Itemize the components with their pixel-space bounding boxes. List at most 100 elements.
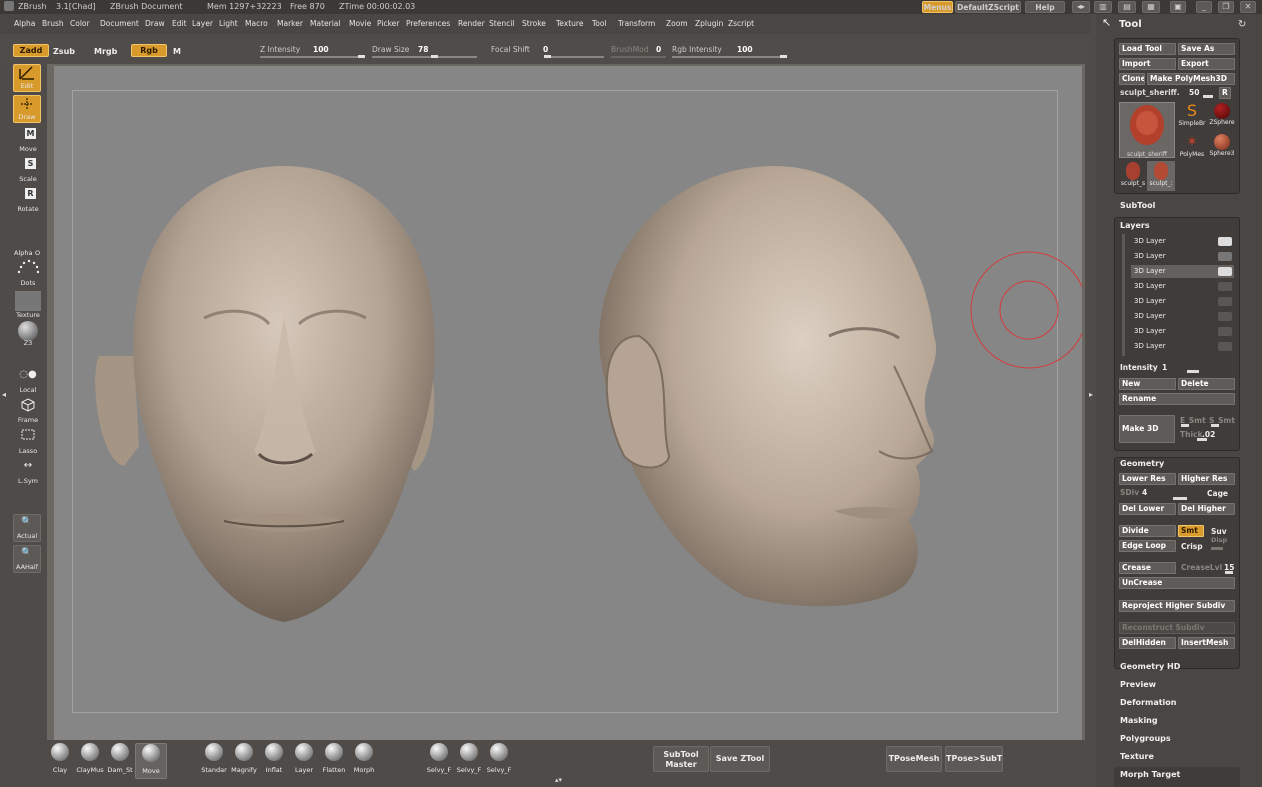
bottom-tray-arrow-icon[interactable]: ▴▾ [555,776,573,784]
menu-edit[interactable]: Edit [172,19,187,28]
brush-standard[interactable]: Standar [198,743,230,779]
morph-target-section[interactable]: Morph Target [1120,770,1180,779]
geometry-hd-section[interactable]: Geometry HD [1120,662,1180,671]
actual-button[interactable]: 🔍 Actual [13,514,41,542]
menu-color[interactable]: Color [70,19,90,28]
menu-zoom[interactable]: Zoom [666,19,688,28]
preview-section[interactable]: Preview [1120,680,1156,689]
menu-brush[interactable]: Brush [42,19,64,28]
menu-stroke[interactable]: Stroke [522,19,546,28]
menu-picker[interactable]: Picker [377,19,399,28]
move-tool[interactable]: M Move [13,126,43,154]
layer-row[interactable]: 3D Layer [1131,325,1234,338]
new-layer-button[interactable]: New [1119,378,1176,390]
brush-magnify[interactable]: Magnify [228,743,260,779]
masking-section[interactable]: Masking [1120,716,1158,725]
save-ztool-button[interactable]: Save ZTool [710,746,770,772]
right-tray-arrow-icon[interactable]: ▸ [1089,390,1095,404]
brush-selvy-2[interactable]: Selvy_F [453,743,485,779]
draw-tool[interactable]: Draw [13,95,41,123]
rgb-intensity-knob[interactable] [780,55,787,58]
menu-tool[interactable]: Tool [592,19,607,28]
layer-row[interactable]: 3D Layer [1131,295,1234,308]
layer-row-selected[interactable]: 3D Layer [1131,265,1234,278]
edit-tool[interactable]: Edit [13,64,41,92]
delhidden-button[interactable]: DelHidden [1119,637,1176,649]
layer-row[interactable]: 3D Layer [1131,340,1234,353]
clone-button[interactable]: Clone [1119,73,1145,85]
default-zscript-button[interactable]: DefaultZScript [955,1,1021,13]
menu-movie[interactable]: Movie [349,19,371,28]
frame-tool[interactable]: Frame [13,397,43,425]
z-intensity-knob[interactable] [358,55,365,58]
brush-inflat[interactable]: Inflat [258,743,290,779]
cage-button[interactable]: Cage [1207,489,1228,498]
minimize-icon[interactable]: _ [1196,1,1212,13]
smt-toggle[interactable]: Smt [1178,525,1204,537]
lower-res-button[interactable]: Lower Res [1119,473,1176,485]
mrgb-button[interactable]: Mrgb [94,47,117,56]
menu-light[interactable]: Light [219,19,238,28]
eye-icon[interactable] [1218,237,1232,246]
texture-tool[interactable]: Texture [13,290,43,320]
menu-material[interactable]: Material [310,19,340,28]
reproject-higher-subdiv-button[interactable]: Reproject Higher Subdiv [1119,600,1235,612]
del-higher-button[interactable]: Del Higher [1178,503,1235,515]
layer-row[interactable]: 3D Layer [1131,250,1234,263]
eye-icon[interactable] [1218,282,1232,291]
zsub-button[interactable]: Zsub [53,47,75,56]
tool-count-slider[interactable] [1203,95,1213,98]
brush-flatten[interactable]: Flatten [318,743,350,779]
menu-draw[interactable]: Draw [145,19,165,28]
save-as-button[interactable]: Save As [1178,43,1235,55]
tposemesh-button[interactable]: TPoseMesh [886,746,942,772]
esmt-slider-knob[interactable] [1181,424,1189,427]
creaselvl-slider-knob[interactable] [1225,571,1233,574]
disp-slider-knob[interactable] [1211,547,1223,550]
delete-layer-button[interactable]: Delete [1178,378,1235,390]
rename-layer-button[interactable]: Rename [1119,393,1235,405]
close-icon[interactable]: ✕ [1240,1,1256,13]
brush-clay[interactable]: Clay [44,743,76,779]
active-tool-thumbnail[interactable]: sculpt_sheriff [1119,102,1175,158]
restore-icon[interactable]: ❐ [1218,1,1234,13]
menu-layer[interactable]: Layer [192,19,213,28]
edge-loop-button[interactable]: Edge Loop [1119,540,1176,552]
thick-slider-knob[interactable] [1197,438,1207,441]
layout2-icon[interactable]: ▦ [1142,1,1160,13]
layer-row[interactable]: 3D Layer [1131,280,1234,293]
subtool-master-button[interactable]: SubTool Master [653,746,709,772]
lasso-tool[interactable]: Lasso [13,428,43,456]
draw-size-knob[interactable] [430,55,438,58]
save-layout-icon[interactable]: ▣ [1170,1,1186,13]
brush-damst[interactable]: Dam_St [104,743,136,779]
sculpt-viewport[interactable] [54,66,1082,740]
aahalf-button[interactable]: 🔍 AAHalf [13,545,41,573]
local-tool[interactable]: ◌● Local [13,367,43,395]
del-lower-button[interactable]: Del Lower [1119,503,1176,515]
polygroups-section[interactable]: Polygroups [1120,734,1171,743]
menu-zplugin[interactable]: Zplugin [695,19,723,28]
eye-icon[interactable] [1218,267,1232,276]
r-button[interactable]: R [1219,87,1231,99]
layer-row[interactable]: 3D Layer [1131,310,1234,323]
help-button[interactable]: Help [1025,1,1065,13]
material-tool[interactable]: Z3 [13,320,43,348]
document-canvas[interactable] [54,66,1082,740]
texture-section[interactable]: Texture [1120,752,1154,761]
menu-stencil[interactable]: Stencil [489,19,514,28]
zadd-button[interactable]: Zadd [13,44,49,57]
alpha-off-label[interactable]: O [35,249,40,257]
geometry-title[interactable]: Geometry [1120,459,1164,468]
polymesh-thumb[interactable]: ✶ PolyMes [1177,133,1207,163]
export-button[interactable]: Export [1178,58,1235,70]
brush-selvy-3[interactable]: Selvy_F [483,743,515,779]
eye-icon[interactable] [1218,327,1232,336]
stroke-dots-tool[interactable]: Dots [13,258,43,288]
import-button[interactable]: Import [1119,58,1176,70]
subtool-section-title[interactable]: SubTool [1120,201,1155,210]
brush-move[interactable]: Move [135,743,167,779]
scale-tool[interactable]: S Scale [13,156,43,184]
brush-layer[interactable]: Layer [288,743,320,779]
rotate-tool[interactable]: R Rotate [13,186,43,214]
